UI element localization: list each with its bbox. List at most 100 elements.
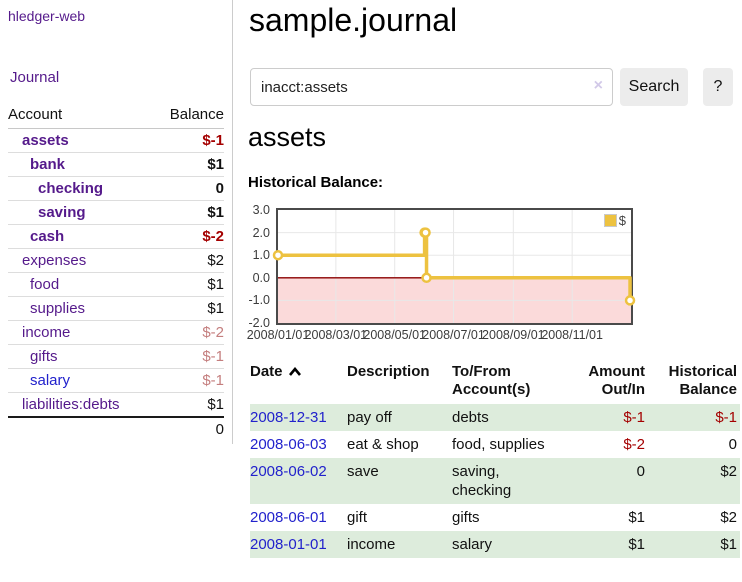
transaction-description: eat & shop [347,431,452,458]
transaction-balance: 0 [648,431,740,458]
transaction-amount: $-2 [578,431,648,458]
y-axis-tick-label: 1.0 [234,248,270,262]
transaction-description: pay off [347,404,452,431]
chart-x-axis: 2008/01/012008/03/012008/05/012008/07/01… [278,328,635,344]
transaction-accounts: saving, checking [452,458,578,504]
accounts-balance-table: Account Balance assets $-1 bank $1 checkin… [8,103,224,441]
accounts-header-account: Account [8,103,153,129]
chart-legend: $ [604,213,626,228]
transaction-date-link[interactable]: 2008-01-01 [250,536,327,553]
page-title: sample.journal [249,2,457,39]
account-row: expenses $2 [8,249,224,273]
account-link-assets[interactable]: assets [22,132,69,149]
register-header-tofrom: To/FromAccount(s) [452,363,578,404]
register-row: 2008-06-01 gift gifts $1 $2 [250,504,740,531]
account-link-saving[interactable]: saving [38,204,86,221]
transaction-amount: 0 [578,458,648,504]
sidebar-divider [232,0,233,444]
transaction-balance: $-1 [648,404,740,431]
account-row: checking 0 [8,177,224,201]
transaction-amount: $1 [578,531,648,558]
register-row: 2008-01-01 income salary $1 $1 [250,531,740,558]
account-link-gifts[interactable]: gifts [30,348,58,365]
transaction-date-link[interactable]: 2008-12-31 [250,409,327,426]
data-point-marker[interactable] [274,251,282,259]
account-row: cash $-2 [8,225,224,249]
account-link-checking[interactable]: checking [38,180,103,197]
transaction-date-link[interactable]: 2008-06-02 [250,463,327,480]
search-button[interactable]: Search [620,68,688,106]
transaction-accounts: food, supplies [452,431,578,458]
search-box: × [250,68,613,106]
account-row: gifts $-1 [8,345,224,369]
account-row: assets $-1 [8,129,224,153]
transaction-accounts: debts [452,404,578,431]
register-row: 2008-06-02 save saving, checking 0 $2 [250,458,740,504]
account-row: saving $1 [8,201,224,225]
transaction-amount: $1 [578,504,648,531]
account-balance: $-2 [153,225,224,249]
historical-balance-chart: $ [276,208,633,325]
account-row: income $-2 [8,321,224,345]
data-point-marker[interactable] [626,296,634,304]
transaction-date-link[interactable]: 2008-06-01 [250,509,327,526]
account-row: liabilities:debts $1 [8,393,224,418]
account-row: bank $1 [8,153,224,177]
help-button[interactable]: ? [703,68,733,106]
account-balance: $1 [153,393,224,418]
transaction-description: gift [347,504,452,531]
account-balance: $-1 [153,129,224,153]
app-window: hledger-web Journal Account Balance asse… [0,0,742,582]
account-row: salary$-1 [8,369,224,393]
account-link-food[interactable]: food [30,276,59,293]
register-header-amount: AmountOut/In [578,363,648,404]
transaction-accounts: salary [452,531,578,558]
account-heading: assets [248,122,326,153]
account-link-income[interactable]: income [22,324,70,341]
register-table: Date Description To/FromAccount(s) Amoun… [250,363,740,558]
account-balance: 0 [153,177,224,201]
account-link-salary[interactable]: salary [30,372,70,389]
transaction-balance: $2 [648,504,740,531]
transaction-balance: $1 [648,531,740,558]
y-axis-tick-label: 2.0 [234,226,270,240]
account-balance: $1 [153,273,224,297]
account-balance: $-1 [153,345,224,369]
register-header-balance: HistoricalBalance [648,363,740,404]
account-balance: $1 [153,297,224,321]
account-link-expenses[interactable]: expenses [22,252,86,269]
sidebar-item-journal[interactable]: Journal [10,69,59,86]
account-link-cash[interactable]: cash [30,228,64,245]
account-link-bank[interactable]: bank [30,156,65,173]
data-point-marker[interactable] [423,274,431,282]
account-balance: $-2 [153,321,224,345]
accounts-total-row: 0 [8,417,224,441]
chart-heading: Historical Balance: [248,174,383,191]
accounts-header-balance: Balance [153,103,224,129]
y-axis-tick-label: 0.0 [234,271,270,285]
transaction-accounts: gifts [452,504,578,531]
data-point-marker[interactable] [422,229,430,237]
search-input[interactable] [250,68,613,106]
account-row: supplies $1 [8,297,224,321]
register-header-description: Description [347,363,452,404]
y-axis-tick-label: -1.0 [234,293,270,307]
chart-plot [278,210,631,323]
register-row: 2008-06-03 eat & shop food, supplies $-2… [250,431,740,458]
account-row: food $1 [8,273,224,297]
account-link-liabilities-debts[interactable]: liabilities:debts [22,396,120,413]
transaction-date-link[interactable]: 2008-06-03 [250,436,327,453]
transaction-description: save [347,458,452,504]
account-balance: $2 [153,249,224,273]
account-link-supplies[interactable]: supplies [30,300,85,317]
accounts-total-value: 0 [153,417,224,441]
register-header-date[interactable]: Date [250,363,347,404]
legend-label: $ [619,213,626,228]
clear-search-icon[interactable]: × [594,77,603,95]
transaction-amount: $-1 [578,404,648,431]
brand-link[interactable]: hledger-web [8,8,85,24]
y-axis-tick-label: 3.0 [234,203,270,217]
x-axis-tick-label: 2008/11/01 [532,328,612,342]
account-balance: $1 [153,153,224,177]
account-balance: $1 [153,201,224,225]
